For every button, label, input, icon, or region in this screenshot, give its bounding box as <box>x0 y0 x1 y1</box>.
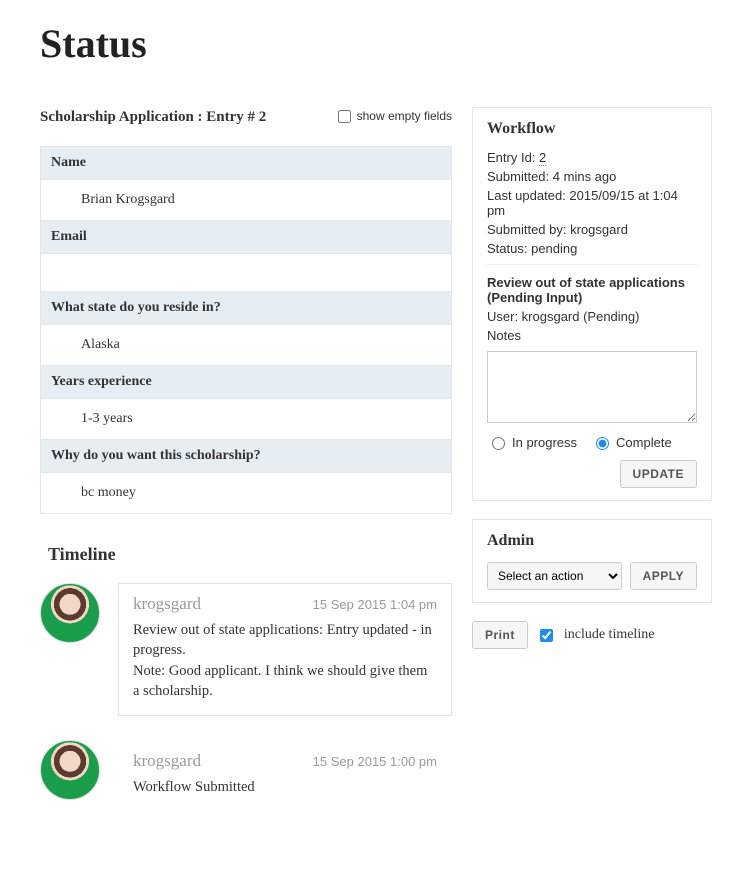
in-progress-radio[interactable] <box>492 437 505 450</box>
timeline-item: krogsgard 15 Sep 2015 1:00 pm Workflow S… <box>40 740 452 812</box>
show-empty-fields-checkbox[interactable] <box>338 110 351 123</box>
admin-heading: Admin <box>487 532 697 550</box>
workflow-heading: Workflow <box>487 120 697 138</box>
avatar <box>40 740 100 800</box>
print-button[interactable]: Print <box>472 621 528 649</box>
apply-button[interactable]: APPLY <box>630 562 697 590</box>
workflow-step-title: Review out of state applications (Pendin… <box>487 264 697 305</box>
show-empty-fields-label: show empty fields <box>357 109 452 123</box>
complete-radio[interactable] <box>596 437 609 450</box>
field-label: Email <box>41 221 451 254</box>
timeline-body: Workflow Submitted <box>133 777 437 797</box>
submitted-label: Submitted: <box>487 169 549 184</box>
field-label: What state do you reside in? <box>41 292 451 325</box>
field-label: Years experience <box>41 366 451 399</box>
workflow-user-line: User: krogsgard (Pending) <box>487 309 697 324</box>
field-value: Brian Krogsgard <box>41 180 451 221</box>
entry-id-link[interactable]: 2 <box>539 150 546 166</box>
submitted-value: 4 mins ago <box>553 169 617 184</box>
field-value: 1-3 years <box>41 399 451 440</box>
field-value: bc money <box>41 473 451 513</box>
timeline-date: 15 Sep 2015 1:04 pm <box>313 597 437 612</box>
entry-fields: Name Brian Krogsgard Email What state do… <box>40 146 452 514</box>
include-timeline-checkbox[interactable] <box>540 629 553 642</box>
status-label: Status: <box>487 241 527 256</box>
field-value: Alaska <box>41 325 451 366</box>
timeline-date: 15 Sep 2015 1:00 pm <box>313 754 437 769</box>
timeline-item: krogsgard 15 Sep 2015 1:04 pm Review out… <box>40 583 452 716</box>
timeline-user: krogsgard <box>133 594 201 614</box>
include-timeline-label: include timeline <box>564 627 655 643</box>
workflow-box: Workflow Entry Id: 2 Submitted: 4 mins a… <box>472 107 712 501</box>
update-button[interactable]: UPDATE <box>620 460 697 488</box>
field-value <box>41 254 451 292</box>
avatar <box>40 583 100 643</box>
complete-option[interactable]: Complete <box>591 434 672 450</box>
timeline-heading: Timeline <box>48 544 452 565</box>
in-progress-label: In progress <box>512 435 577 450</box>
complete-label: Complete <box>616 435 672 450</box>
last-updated-label: Last updated: <box>487 188 566 203</box>
entry-id-label: Entry Id: <box>487 150 535 165</box>
status-value: pending <box>531 241 577 256</box>
timeline-user: krogsgard <box>133 751 201 771</box>
page-title: Status <box>40 20 712 67</box>
timeline-body: Review out of state applications: Entry … <box>133 620 437 701</box>
submitted-by-label: Submitted by: <box>487 222 567 237</box>
field-label: Name <box>41 147 451 180</box>
submitted-by-value: krogsgard <box>570 222 628 237</box>
notes-textarea[interactable] <box>487 351 697 423</box>
field-label: Why do you want this scholarship? <box>41 440 451 473</box>
show-empty-fields-toggle[interactable]: show empty fields <box>338 109 452 123</box>
admin-action-select[interactable]: Select an action <box>487 562 622 590</box>
in-progress-option[interactable]: In progress <box>487 434 577 450</box>
notes-label: Notes <box>487 328 697 343</box>
entry-title: Scholarship Application : Entry # 2 <box>40 107 266 128</box>
admin-box: Admin Select an action APPLY <box>472 519 712 603</box>
